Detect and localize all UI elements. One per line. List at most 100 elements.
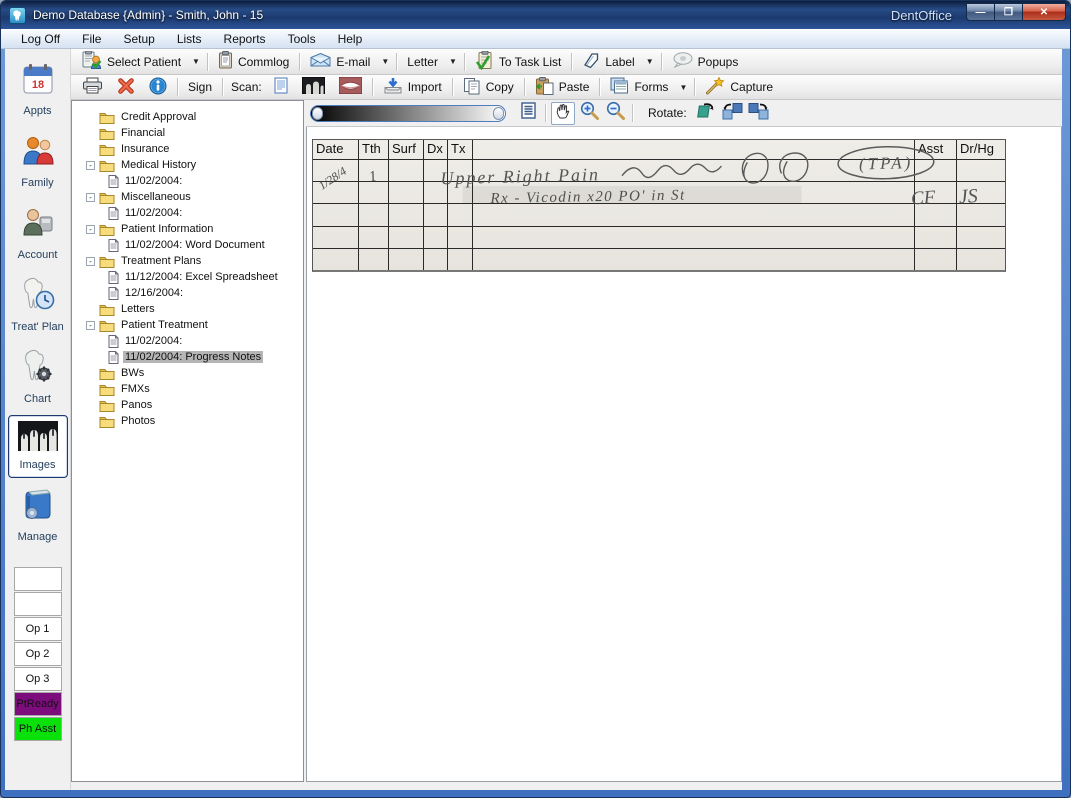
tree-item-letters[interactable]: Letters xyxy=(86,301,301,317)
select-patient-button[interactable]: Select Patient xyxy=(75,51,188,73)
document-tree: Credit Approval Financial Insurance -Med… xyxy=(71,100,304,782)
maximize-button[interactable]: ❐ xyxy=(995,3,1022,21)
flip-button[interactable] xyxy=(695,102,719,125)
sidebar-item-chart[interactable]: Chart xyxy=(8,343,68,412)
tree-item-document[interactable]: 11/02/2004: xyxy=(86,333,301,349)
slider-knob-left[interactable] xyxy=(312,107,323,120)
op-1-button[interactable]: Op 1 xyxy=(14,617,62,641)
toolbar-separator xyxy=(661,53,662,71)
handwritten-tooth: 1 xyxy=(368,168,379,185)
zoom-in-button[interactable] xyxy=(577,102,601,125)
scan-xray-button[interactable] xyxy=(295,76,332,98)
scan-photo-icon xyxy=(339,77,362,97)
ph-asst-button[interactable]: Ph Asst xyxy=(14,717,62,741)
forms-dropdown[interactable]: ▼ xyxy=(675,76,691,98)
import-button[interactable]: Import xyxy=(376,76,449,98)
popups-button[interactable]: Popups xyxy=(665,51,746,73)
rotate-right-button[interactable] xyxy=(747,102,771,125)
tree-item-credit-approval[interactable]: Credit Approval xyxy=(86,109,301,125)
pt-ready-button[interactable]: PtReady xyxy=(14,692,62,716)
zoom-out-button[interactable] xyxy=(603,102,627,125)
tree-item-treatment-plans[interactable]: -Treatment Plans xyxy=(86,253,301,269)
tree-item-document[interactable]: 12/16/2004: xyxy=(86,285,301,301)
tree-item-fmxs[interactable]: FMXs xyxy=(86,381,301,397)
brightness-contrast-slider[interactable] xyxy=(310,105,506,122)
scanned-progress-note[interactable]: Date Tth Surf Dx Tx Asst Dr/Hg xyxy=(312,139,1006,272)
tree-item-progress-notes-selected[interactable]: 11/02/2004: Progress Notes xyxy=(86,349,301,365)
delete-button[interactable] xyxy=(110,76,142,98)
tree-item-document[interactable]: 11/02/2004: xyxy=(86,205,301,221)
paste-button[interactable]: Paste xyxy=(528,76,597,98)
letter-dropdown[interactable]: ▼ xyxy=(445,51,461,73)
capture-button[interactable]: Capture xyxy=(698,76,780,98)
sidebar-item-treat-plan[interactable]: Treat' Plan xyxy=(8,271,68,340)
menu-lists[interactable]: Lists xyxy=(167,30,212,48)
menu-tools[interactable]: Tools xyxy=(278,30,326,48)
sidebar-item-label: Images xyxy=(19,459,55,471)
folder-icon xyxy=(99,367,115,380)
sidebar-item-account[interactable]: Account xyxy=(8,199,68,268)
select-patient-icon xyxy=(82,51,102,73)
tree-item-patient-treatment[interactable]: -Patient Treatment xyxy=(86,317,301,333)
menu-file[interactable]: File xyxy=(72,30,111,48)
email-dropdown[interactable]: ▼ xyxy=(377,51,393,73)
collapse-toggle[interactable]: - xyxy=(86,257,95,266)
tree-item-patient-information[interactable]: -Patient Information xyxy=(86,221,301,237)
tree-item-document[interactable]: 11/02/2004: xyxy=(86,173,301,189)
sidebar-item-label: Family xyxy=(21,177,53,189)
forms-button[interactable]: Forms xyxy=(603,76,675,98)
tree-item-miscellaneous[interactable]: -Miscellaneous xyxy=(86,189,301,205)
folder-icon xyxy=(99,111,115,124)
commlog-button[interactable]: Commlog xyxy=(211,51,296,73)
app-logo-icon xyxy=(9,7,26,24)
close-button[interactable]: ✕ xyxy=(1022,3,1066,21)
email-button[interactable]: E-mail xyxy=(303,51,377,73)
tree-item-bws[interactable]: BWs xyxy=(86,365,301,381)
minimize-button[interactable]: — xyxy=(966,3,995,21)
sidebar-item-label: Chart xyxy=(24,393,51,405)
tree-item-document[interactable]: 11/02/2004: Word Document xyxy=(86,237,301,253)
tree-item-financial[interactable]: Financial xyxy=(86,125,301,141)
crop-tool-button[interactable] xyxy=(516,102,540,125)
tree-item-panos[interactable]: Panos xyxy=(86,397,301,413)
letter-button[interactable]: Letter xyxy=(400,51,445,73)
copy-button[interactable]: Copy xyxy=(456,76,521,98)
menu-log-off[interactable]: Log Off xyxy=(11,30,70,48)
print-button[interactable] xyxy=(75,76,110,98)
hand-icon xyxy=(555,102,572,124)
select-patient-dropdown[interactable]: ▼ xyxy=(188,51,204,73)
op-2-button[interactable]: Op 2 xyxy=(14,642,62,666)
image-canvas[interactable]: Date Tth Surf Dx Tx Asst Dr/Hg xyxy=(306,127,1062,782)
op-slot-empty-2[interactable] xyxy=(14,592,62,616)
sidebar-item-images[interactable]: Images xyxy=(8,415,68,478)
sidebar-item-appts[interactable]: 18 Appts xyxy=(8,55,68,124)
copy-icon xyxy=(463,77,481,98)
sign-button[interactable]: Sign xyxy=(181,76,219,98)
info-button[interactable] xyxy=(142,76,174,98)
op-slot-empty-1[interactable] xyxy=(14,567,62,591)
to-task-list-button[interactable]: To Task List xyxy=(468,51,568,73)
sidebar-item-family[interactable]: Family xyxy=(8,127,68,196)
pan-tool-button[interactable] xyxy=(551,102,575,125)
collapse-toggle[interactable]: - xyxy=(86,193,95,202)
collapse-toggle[interactable]: - xyxy=(86,161,95,170)
tree-item-insurance[interactable]: Insurance xyxy=(86,141,301,157)
scan-document-button[interactable] xyxy=(267,76,295,98)
handwritten-date: 1/28/4 xyxy=(316,164,349,193)
tree-item-document[interactable]: 11/12/2004: Excel Spreadsheet xyxy=(86,269,301,285)
tree-item-photos[interactable]: Photos xyxy=(86,413,301,429)
collapse-toggle[interactable]: - xyxy=(86,321,95,330)
tree-item-medical-history[interactable]: -Medical History xyxy=(86,157,301,173)
xray-thumbnail-icon xyxy=(18,421,58,456)
label-dropdown[interactable]: ▼ xyxy=(642,51,658,73)
menu-help[interactable]: Help xyxy=(328,30,373,48)
sidebar-item-manage[interactable]: Manage xyxy=(8,481,68,550)
label-button[interactable]: Label xyxy=(575,51,641,73)
scan-photo-button[interactable] xyxy=(332,76,369,98)
menu-setup[interactable]: Setup xyxy=(113,30,164,48)
menu-reports[interactable]: Reports xyxy=(214,30,276,48)
collapse-toggle[interactable]: - xyxy=(86,225,95,234)
slider-knob-right[interactable] xyxy=(493,107,504,120)
rotate-left-button[interactable] xyxy=(721,102,745,125)
op-3-button[interactable]: Op 3 xyxy=(14,667,62,691)
